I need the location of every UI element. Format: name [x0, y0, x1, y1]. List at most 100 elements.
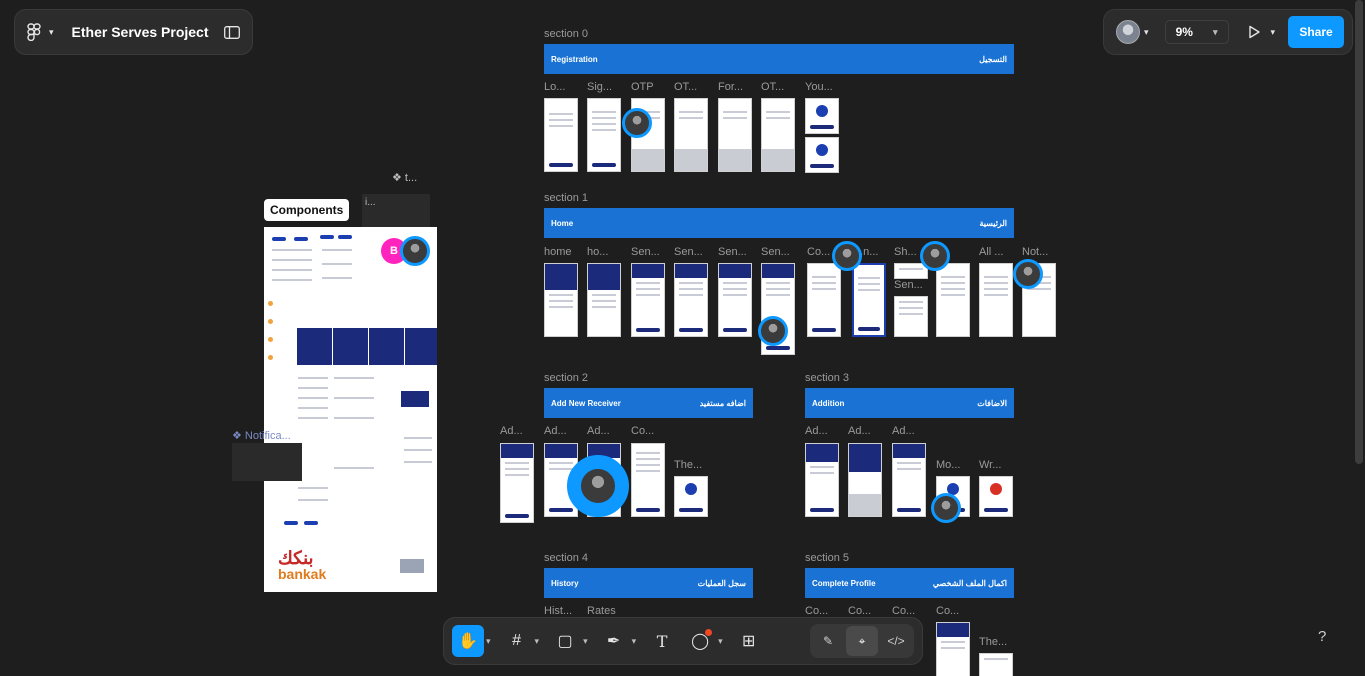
sidebar-toggle-icon[interactable] [224, 25, 240, 39]
screen-thumbnail[interactable] [979, 653, 1013, 676]
rectangle-tool-button[interactable]: ▢ [549, 625, 581, 657]
screen-thumbnail[interactable] [587, 98, 621, 172]
screen-thumbnail[interactable] [674, 263, 708, 337]
actions-tool-button[interactable]: ⊞ [733, 625, 765, 657]
design-icon: ⌖ [858, 633, 866, 648]
chevron-down-icon[interactable]: ▾ [49, 27, 54, 38]
section-banner[interactable]: Complete Profile اكمال الملف الشخصي [805, 568, 1014, 598]
screen-thumbnail[interactable] [852, 263, 886, 337]
dev-mode-button[interactable]: </> [880, 626, 912, 656]
screen-label: Sen... [674, 246, 703, 258]
screen-label: The... [674, 459, 703, 471]
screen-thumbnail[interactable] [936, 622, 970, 676]
pen-icon: ✒ [606, 633, 621, 650]
screen-thumbnail[interactable] [805, 98, 839, 134]
comment-tool-button[interactable]: ◯ [684, 625, 716, 657]
design-canvas[interactable]: ▾ Ether Serves Project ▾ 9% ▾ ▾ Share se… [0, 0, 1365, 676]
collaborator-cursor [1013, 259, 1043, 289]
screen-thumbnail[interactable] [805, 137, 839, 173]
section-label: section 1 [544, 192, 589, 204]
zoom-dropdown[interactable]: 9% ▾ [1164, 20, 1229, 44]
screen-label: Sig... [587, 81, 613, 93]
section-banner[interactable]: History سجل العمليات [544, 568, 753, 598]
screen-label: Wr... [979, 459, 1002, 471]
collaborator-cursor [567, 455, 629, 517]
banner-title-en: History [551, 578, 579, 588]
chevron-down-icon[interactable]: ▾ [1144, 27, 1149, 38]
screen-thumbnail[interactable] [544, 98, 578, 172]
banner-title-en: Add New Receiver [551, 398, 621, 408]
screen-thumbnail[interactable] [979, 263, 1013, 337]
design-mode-button[interactable]: ⌖ [846, 626, 878, 656]
vertical-scrollbar[interactable] [1355, 0, 1363, 464]
screen-thumbnail[interactable] [894, 296, 928, 337]
hand-tool-button[interactable]: ✋ [452, 625, 484, 657]
section-label: section 3 [805, 372, 850, 384]
chevron-down-icon[interactable]: ▾ [486, 636, 491, 647]
screen-label: Ad... [500, 425, 523, 437]
user-avatar[interactable] [1116, 20, 1140, 44]
screen-label: OTP [631, 81, 654, 93]
screen-thumbnail[interactable] [631, 443, 665, 517]
collaborator-cursor [832, 241, 862, 271]
chevron-down-icon[interactable]: ▾ [535, 636, 540, 647]
components-frame[interactable]: بنكك bankak [264, 227, 437, 592]
help-button[interactable]: ? [1318, 628, 1326, 645]
pen-tool-button[interactable]: ✒ [598, 625, 630, 657]
screen-thumbnail[interactable] [807, 263, 841, 337]
chevron-down-icon[interactable]: ▾ [632, 636, 637, 647]
components-frame-label[interactable]: Components [264, 199, 350, 221]
figma-logo-icon[interactable] [27, 23, 41, 41]
section-banner[interactable]: Add New Receiver اضافه مستفيد [544, 388, 753, 418]
section-banner[interactable]: Registration التسجيل [544, 44, 1014, 74]
brand-english: bankak [278, 566, 327, 582]
screen-label: Ad... [587, 425, 610, 437]
banner-title-ar: اضافه مستفيد [699, 398, 746, 408]
section-banner[interactable]: Home الرئيسية [544, 208, 1014, 238]
top-right-panel: ▾ 9% ▾ ▾ Share [1103, 9, 1353, 55]
share-button[interactable]: Share [1288, 16, 1344, 48]
screen-label: Co... [892, 605, 916, 617]
frame-icon: # [512, 632, 521, 649]
banner-title-en: Registration [551, 54, 598, 64]
chevron-down-icon[interactable]: ▾ [583, 636, 588, 647]
file-panel: ▾ Ether Serves Project [14, 9, 253, 55]
section-label: section 5 [805, 552, 850, 564]
component-label: i... [365, 197, 376, 208]
notification-component-frame[interactable] [232, 443, 302, 481]
screen-thumbnail[interactable] [761, 98, 795, 172]
screen-thumbnail[interactable] [979, 476, 1013, 517]
file-title[interactable]: Ether Serves Project [72, 24, 216, 40]
screen-thumbnail[interactable] [500, 443, 534, 523]
frame-tool-button[interactable]: # [501, 625, 533, 657]
chevron-down-icon[interactable]: ▾ [718, 636, 723, 647]
screen-label: Ad... [848, 425, 871, 437]
screen-thumbnail[interactable] [718, 98, 752, 172]
screen-thumbnail[interactable] [674, 476, 708, 517]
collaborator-cursor [622, 108, 652, 138]
banner-title-en: Addition [812, 398, 845, 408]
screen-thumbnail[interactable] [544, 263, 578, 337]
screen-label: OT... [674, 81, 698, 93]
screen-label: Not... [1022, 246, 1049, 258]
text-tool-button[interactable]: T [646, 625, 678, 657]
chevron-down-icon[interactable]: ▾ [1271, 27, 1276, 38]
screen-thumbnail[interactable] [674, 98, 708, 172]
screen-thumbnail[interactable] [718, 263, 752, 337]
section-banner[interactable]: Addition الاضافات [805, 388, 1014, 418]
component-set-label: ❖ t... [392, 172, 418, 184]
screen-thumbnail[interactable] [631, 263, 665, 337]
screen-label: The... [979, 636, 1008, 648]
screen-label: home [544, 246, 572, 258]
screen-thumbnail[interactable] [805, 443, 839, 517]
screen-thumbnail[interactable] [587, 263, 621, 337]
bottom-toolbar: ✋ ▾ # ▾ ▢ ▾ ✒ ▾ T ◯ ▾ ⊞ ✎ ⌖ </> [443, 617, 923, 665]
screen-thumbnail[interactable] [848, 443, 882, 517]
screen-thumbnail[interactable] [936, 263, 970, 337]
present-play-icon[interactable] [1247, 25, 1261, 39]
screen-thumbnail[interactable] [892, 443, 926, 517]
hand-icon: ✋ [458, 633, 478, 650]
draw-mode-button[interactable]: ✎ [812, 626, 844, 656]
mode-switcher: ✎ ⌖ </> [810, 624, 914, 658]
text-icon: T [656, 631, 668, 651]
